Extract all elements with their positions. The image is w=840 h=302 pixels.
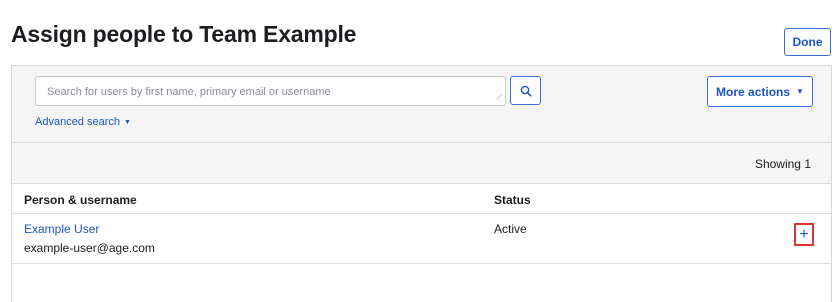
advanced-search-link[interactable]: Advanced search ▼ bbox=[35, 116, 131, 128]
page-title: Assign people to Team Example bbox=[11, 21, 357, 47]
caret-down-icon: ▼ bbox=[124, 119, 131, 126]
results-count: Showing 1 bbox=[754, 157, 811, 171]
search-input[interactable]: Search for users by first name, primary … bbox=[35, 76, 506, 106]
search-icon bbox=[520, 85, 532, 97]
more-actions-button[interactable]: More actions ▼ bbox=[707, 76, 813, 107]
caret-down-icon: ▼ bbox=[796, 87, 804, 96]
assign-user-button[interactable]: + bbox=[794, 223, 814, 246]
search-toolbar: Search for users by first name, primary … bbox=[12, 66, 831, 143]
table-row: Example User example-user@age.com Active… bbox=[12, 214, 831, 264]
assign-people-panel: Search for users by first name, primary … bbox=[11, 65, 832, 302]
done-button[interactable]: Done bbox=[784, 28, 831, 56]
user-status: Active bbox=[494, 222, 527, 236]
results-count-bar: Showing 1 bbox=[12, 143, 831, 184]
resize-handle-icon[interactable]: ⟋ bbox=[496, 94, 502, 102]
table-header: Person & username Status bbox=[12, 184, 831, 214]
user-name-link[interactable]: Example User bbox=[24, 222, 99, 236]
plus-icon: + bbox=[799, 225, 809, 243]
search-placeholder: Search for users by first name, primary … bbox=[47, 86, 331, 98]
column-header-status: Status bbox=[494, 193, 531, 207]
advanced-search-label: Advanced search bbox=[35, 116, 120, 128]
search-button[interactable] bbox=[510, 76, 541, 105]
user-email: example-user@age.com bbox=[24, 241, 155, 255]
column-header-person: Person & username bbox=[24, 193, 137, 207]
more-actions-label: More actions bbox=[716, 84, 791, 99]
